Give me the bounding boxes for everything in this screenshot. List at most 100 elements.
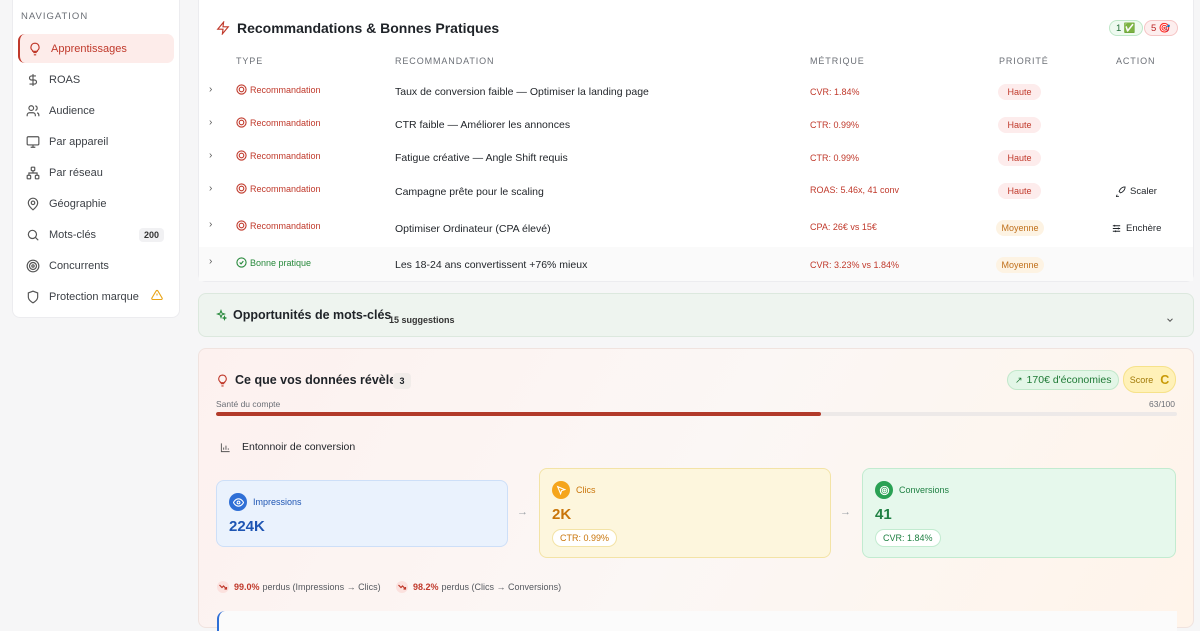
score-grade: C [1160,372,1170,387]
bid-button-label: Enchère [1126,223,1162,234]
type-label: Recommandation [250,220,321,231]
account-health-bar [216,412,1177,416]
loss-percent: 98.2% [413,582,439,592]
table-row[interactable]: › Recommandation Fatigue créative — Angl… [199,142,1193,175]
table-row[interactable]: › Bonne pratique Les 18-24 ans convertis… [199,247,1193,281]
scale-button[interactable]: Scaler [1115,186,1157,197]
recommendation-text: Optimiser Ordinateur (CPA élevé) [395,223,551,235]
target-icon [236,84,247,95]
loss-text: perdus (Impressions → Clics) [262,582,381,592]
table-row[interactable]: › Recommandation Campagne prête pour le … [199,175,1193,208]
target-icon [236,183,247,194]
stage-value: 41 [875,506,892,523]
chevron-right-icon[interactable]: › [209,84,212,95]
lightbulb-icon [28,42,42,56]
sliders-icon [1112,224,1121,233]
table-row[interactable]: › Recommandation CTR faible — Améliorer … [199,109,1193,142]
type-label: Recommandation [250,150,321,161]
account-health-value: 63/100 [1149,399,1175,409]
sidebar-item-protection-marque[interactable]: Protection marque [18,282,174,311]
sidebar-item-label: Apprentissages [51,42,127,55]
funnel-loss-impressions-clics: 99.0% perdus (Impressions → Clics) [217,581,381,593]
sidebar-item-label: Concurrents [49,259,109,272]
stage-rate-badge: CVR: 1.84% [875,529,941,547]
table-row[interactable]: › Recommandation Taux de conversion faib… [199,76,1193,109]
type-badge: Recommandation [236,183,321,194]
keyword-opportunities-panel[interactable]: Opportunités de mots-clés 15 suggestions [198,293,1194,337]
priority-badge: Haute [998,117,1041,133]
account-health-label: Santé du compte [216,399,281,409]
map-pin-icon [26,197,40,211]
shield-icon [26,290,40,304]
chevron-right-icon[interactable]: › [209,150,212,161]
sidebar-item-label: Par réseau [49,166,103,179]
type-label: Bonne pratique [250,257,312,268]
stage-label: Conversions [899,485,950,495]
type-label: Recommandation [250,183,321,194]
conversion-funnel-title: Entonnoir de conversion [220,441,355,453]
score-badge: Score C [1123,366,1176,393]
warning-icon [151,289,163,304]
network-icon [26,166,40,180]
chevron-right-icon[interactable]: › [209,219,212,230]
priority-badge: Moyenne [996,257,1044,273]
recommendation-text: Campagne prête pour le scaling [395,186,544,198]
type-badge: Recommandation [236,220,321,231]
sidebar-navigation: NAVIGATION Apprentissages ROAS Audience … [12,0,180,318]
stage-label: Clics [576,485,596,495]
recommendation-text: Les 18-24 ans convertissent +76% mieux [395,259,588,271]
stage-value: 2K [552,506,572,523]
recommendation-text: Fatigue créative — Angle Shift requis [395,152,568,164]
sidebar-item-label: Mots-clés [49,228,97,241]
column-header-action: ACTION [1116,56,1156,66]
chevron-right-icon[interactable]: › [209,117,212,128]
sidebar-item-par-appareil[interactable]: Par appareil [18,127,174,156]
stage-value: 224K [229,518,265,535]
recommendations-card: Recommandations & Bonnes Pratiques 1 ✅ 5… [198,0,1194,282]
sidebar-title: NAVIGATION [21,11,89,22]
funnel-stage-clics: Clics 2K CTR: 0.99% [539,468,831,558]
data-insights-card: Ce que vos données révèlent 3 ↗ 170€ d'é… [198,348,1194,631]
sidebar-item-mots-cles[interactable]: Mots-clés 200 [18,220,174,249]
monitor-icon [26,135,40,149]
stage-rate-badge: CTR: 0.99% [552,529,618,547]
recommendations-title-text: Recommandations & Bonnes Pratiques [237,20,500,36]
sidebar-item-label: Par appareil [49,135,109,148]
bid-button[interactable]: Enchère [1111,223,1161,234]
loss-text: perdus (Clics → Conversions) [441,582,562,592]
sidebar-item-apprentissages[interactable]: Apprentissages [18,34,174,63]
search-icon [26,228,40,242]
arrow-right-icon: → [840,506,851,518]
bar-chart-icon [220,442,230,452]
data-insights-title: Ce que vos données révèlent [216,373,408,387]
target-icon [236,117,247,128]
priority-badge: Haute [998,183,1041,199]
sidebar-item-audience[interactable]: Audience [18,96,174,125]
table-row[interactable]: › Recommandation Optimiser Ordinateur (C… [199,210,1193,247]
metric-value: CVR: 1.84% [810,87,860,97]
lightbulb-icon [218,374,227,386]
scale-button-label: Scaler [1130,186,1157,197]
keyword-opportunities-title: Opportunités de mots-clés [215,308,391,322]
savings-text: 170€ d'économies [1026,374,1112,386]
sidebar-item-concurrents[interactable]: Concurrents [18,251,174,280]
sidebar-item-par-reseau[interactable]: Par réseau [18,158,174,187]
type-badge: Recommandation [236,150,321,161]
sidebar-item-roas[interactable]: ROAS [18,65,174,94]
next-section-panel [217,611,1177,631]
column-header-type: TYPE [236,56,264,66]
metric-value: ROAS: 5.46x, 41 conv [810,185,900,195]
savings-badge: ↗ 170€ d'économies [1007,370,1120,390]
column-header-recommendation: RECOMMANDATION [395,56,495,66]
priority-badge: Moyenne [996,220,1044,236]
chevron-down-icon[interactable] [1165,312,1175,330]
chevron-right-icon[interactable]: › [209,183,212,194]
chevron-right-icon[interactable]: › [209,256,212,267]
sidebar-item-geographie[interactable]: Géographie [18,189,174,218]
sidebar-item-label: Protection marque [49,290,139,303]
target-icon [26,259,40,273]
metric-value: CTR: 0.99% [810,120,860,130]
sparkles-icon [215,309,227,321]
arrow-up-right-icon: ↗ [1015,374,1023,385]
recommendation-count-badge: 5 🎯 [1144,20,1178,36]
